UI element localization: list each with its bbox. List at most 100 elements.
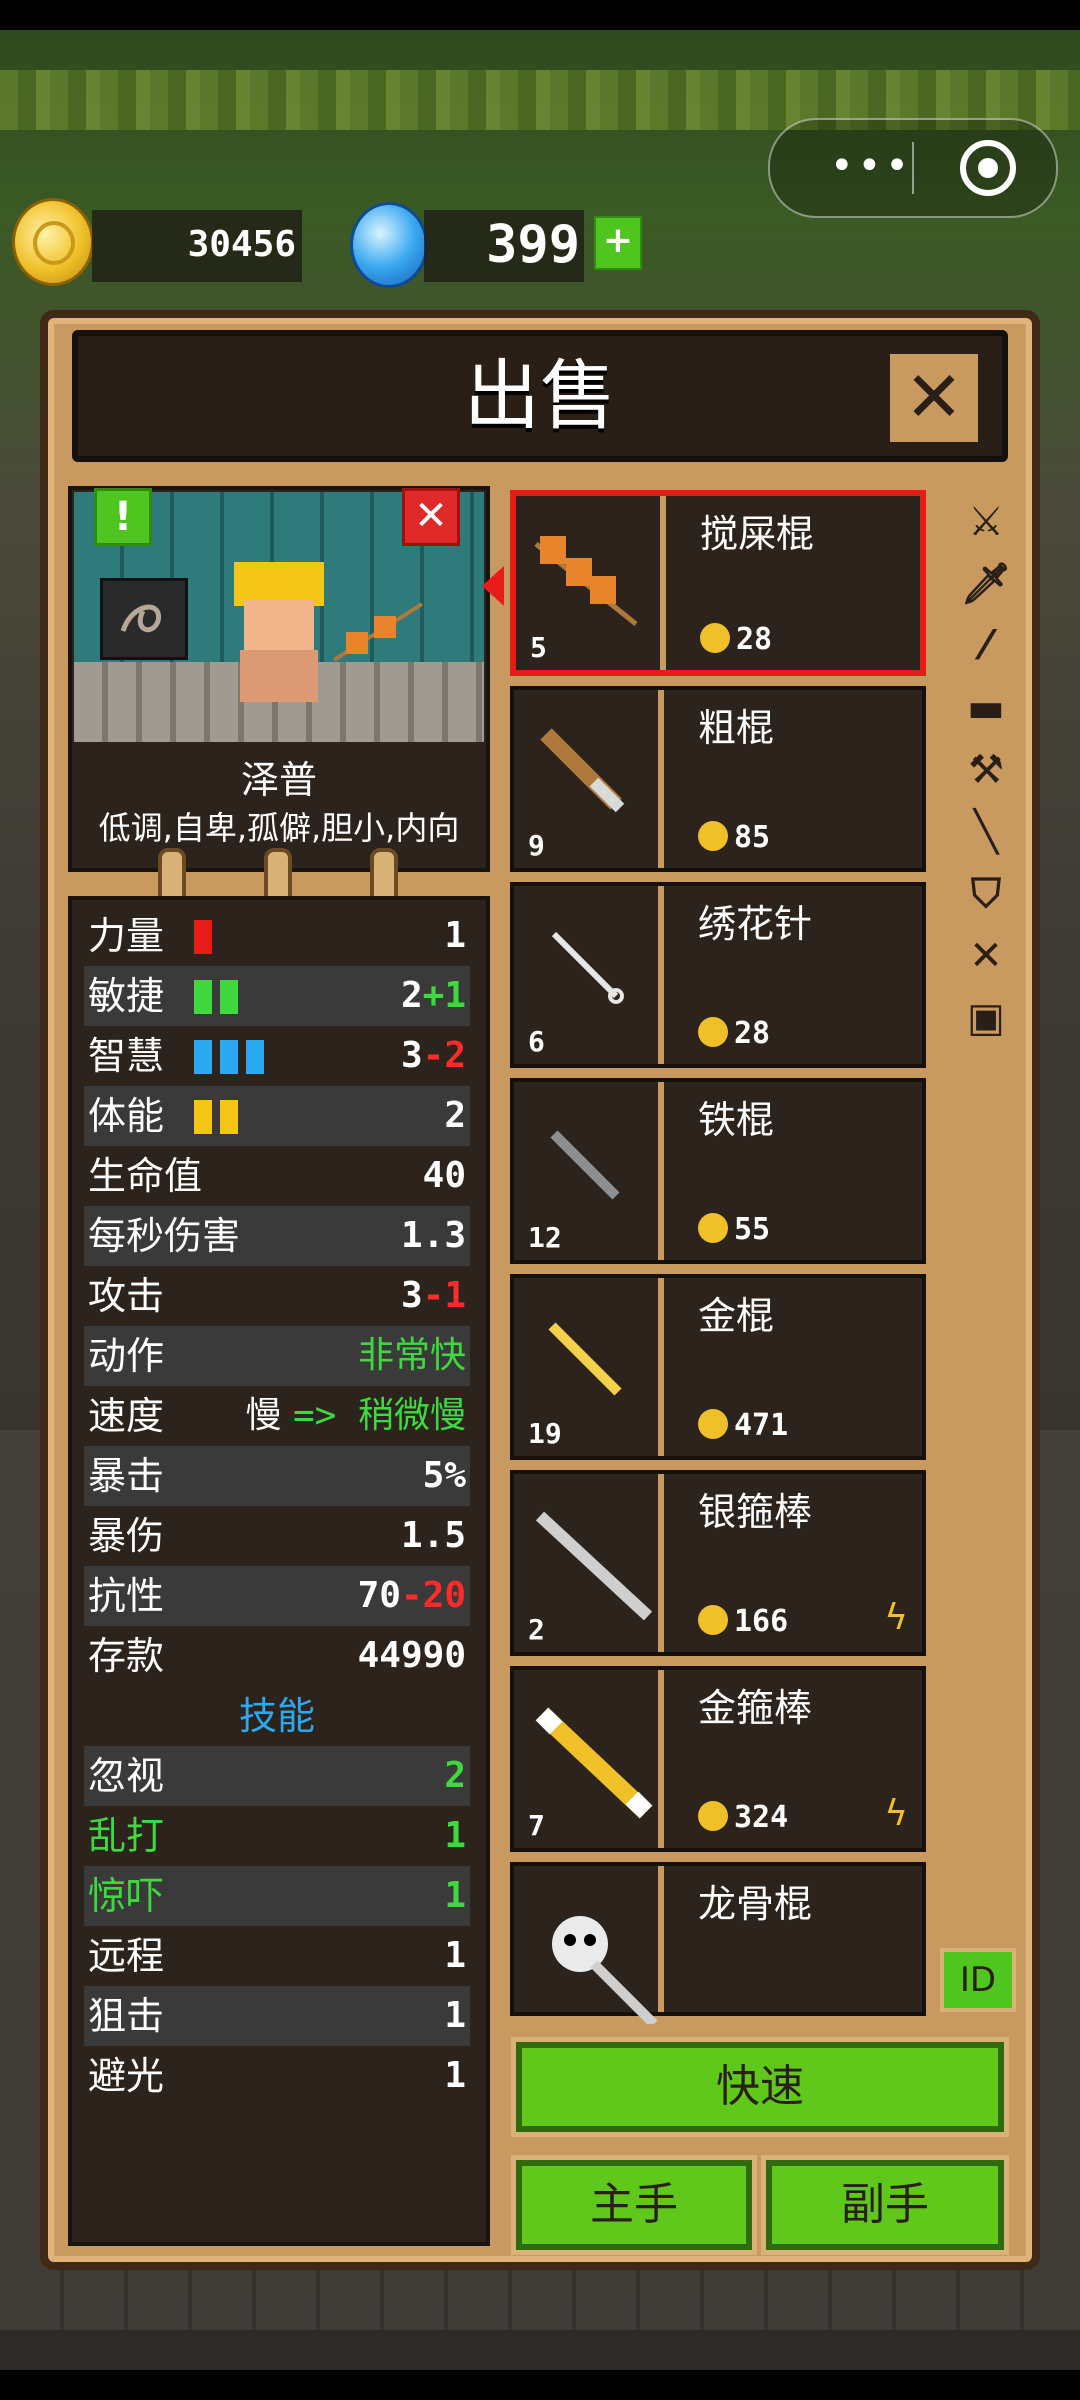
stat-bars bbox=[194, 1100, 246, 1134]
close-miniprogram-icon[interactable] bbox=[960, 140, 1016, 196]
stat-row: 力量 1 bbox=[84, 906, 470, 966]
stat-value: 1.3 bbox=[400, 1215, 466, 1256]
skill-label: 惊吓 bbox=[88, 1874, 165, 1918]
stat-row: 动作 非常快 bbox=[84, 1326, 470, 1386]
stat-label: 抗性 bbox=[88, 1574, 165, 1618]
item-slot[interactable]: 9 粗棍 85 bbox=[510, 686, 926, 872]
item-name: 搅屎棍 bbox=[700, 512, 815, 556]
stat-value: 2+1 bbox=[400, 975, 466, 1016]
skill-row: 忽视 2 bbox=[84, 1746, 470, 1806]
close-icon: ✕ bbox=[904, 356, 964, 438]
gun-icon[interactable]: ▬ bbox=[956, 680, 1016, 736]
skill-label: 乱打 bbox=[88, 1814, 165, 1858]
bow-icon[interactable]: ✕ bbox=[956, 928, 1016, 984]
stat-label: 智慧 bbox=[88, 1034, 165, 1078]
selection-arrow bbox=[482, 566, 504, 606]
dismiss-hero-button[interactable]: ✕ bbox=[402, 488, 460, 546]
skill-row: 乱打 1 bbox=[84, 1806, 470, 1866]
item-name: 银箍棒 bbox=[698, 1490, 813, 1534]
skills-heading: 技能 bbox=[84, 1686, 470, 1746]
dialog-title: 出售 bbox=[464, 351, 616, 440]
crossed-swords-icon[interactable]: ⚔ bbox=[956, 494, 1016, 550]
stat-row: 生命值 40 bbox=[84, 1146, 470, 1206]
hero-sprite bbox=[224, 562, 334, 712]
stat-label: 存款 bbox=[88, 1634, 165, 1678]
needle-icon bbox=[524, 904, 644, 1028]
item-slot[interactable]: 2 银箍棒 166 ϟ bbox=[510, 1470, 926, 1656]
axe-icon[interactable]: ⚒ bbox=[956, 742, 1016, 798]
skill-value: 1 bbox=[444, 1875, 466, 1916]
item-slot[interactable]: 7 金箍棒 324 ϟ bbox=[510, 1666, 926, 1852]
gold-rod-icon bbox=[524, 1296, 644, 1420]
stat-row: 敏捷 2+1 bbox=[84, 966, 470, 1026]
skill-row: 远程 1 bbox=[84, 1926, 470, 1986]
more-icon[interactable]: ••• bbox=[830, 146, 913, 186]
iron-rod-icon bbox=[524, 1100, 644, 1224]
item-count: 9 bbox=[528, 829, 545, 862]
staff-icon[interactable]: ╲ bbox=[956, 804, 1016, 860]
stat-row: 智慧 3-2 bbox=[84, 1026, 470, 1086]
stat-value: 70-20 bbox=[357, 1575, 466, 1616]
gold-coin-icon bbox=[12, 198, 94, 286]
hero-traits: 低调,自卑,孤僻,胆小,内向 bbox=[98, 809, 460, 847]
item-name: 金箍棒 bbox=[698, 1686, 813, 1730]
off-hand-button[interactable]: 副手 bbox=[766, 2160, 1004, 2250]
skill-label: 避光 bbox=[88, 2054, 165, 2098]
item-name: 金棍 bbox=[698, 1294, 775, 1338]
item-icon-cell: 9 bbox=[514, 690, 664, 868]
stat-row: 速度 慢 => 稍微慢 bbox=[84, 1386, 470, 1446]
stat-row: 暴伤 1.5 bbox=[84, 1506, 470, 1566]
item-count: 7 bbox=[528, 1809, 545, 1842]
item-price: 85 bbox=[698, 818, 770, 858]
id-button[interactable]: ID bbox=[940, 1948, 1016, 2012]
mini-program-capsule: ••• bbox=[768, 118, 1058, 218]
close-button[interactable]: ✕ bbox=[884, 348, 984, 448]
item-icon-cell: 19 bbox=[514, 1278, 664, 1456]
armor-icon[interactable]: ▣ bbox=[956, 990, 1016, 1046]
add-gems-button[interactable]: + bbox=[594, 216, 642, 270]
stat-label: 力量 bbox=[88, 914, 165, 958]
item-price: 166 bbox=[698, 1602, 788, 1642]
skill-value: 1 bbox=[444, 1995, 466, 2036]
dragon-bone-icon bbox=[524, 1884, 664, 2028]
trait-icon[interactable] bbox=[100, 578, 188, 660]
stat-value: 非常快 bbox=[357, 1335, 466, 1376]
shield-icon[interactable]: ⛉ bbox=[956, 866, 1016, 922]
item-slot[interactable]: 6 绣花针 28 bbox=[510, 882, 926, 1068]
item-icon-cell: 6 bbox=[514, 886, 664, 1064]
item-count: 5 bbox=[530, 631, 547, 664]
item-slot[interactable]: 5 搅屎棍 28 bbox=[510, 490, 926, 676]
stat-row: 攻击 3-1 bbox=[84, 1266, 470, 1326]
bonus-icon: ϟ bbox=[884, 1597, 908, 1638]
item-slot[interactable]: 12 铁棍 55 bbox=[510, 1078, 926, 1264]
item-slot[interactable]: 19 金棍 471 bbox=[510, 1274, 926, 1460]
main-hand-button[interactable]: 主手 bbox=[516, 2160, 752, 2250]
item-slot[interactable]: 龙骨棍 bbox=[510, 1862, 926, 2028]
club-icon bbox=[524, 708, 644, 832]
item-price: 28 bbox=[698, 1014, 770, 1054]
stat-row: 暴击 5% bbox=[84, 1446, 470, 1506]
stat-label: 暴击 bbox=[88, 1454, 165, 1498]
item-name: 龙骨棍 bbox=[698, 1882, 813, 1926]
sword-icon[interactable]: ⁄ bbox=[956, 618, 1016, 674]
gem-icon bbox=[350, 202, 428, 288]
stat-value: 3-1 bbox=[400, 1275, 466, 1316]
skill-label: 狙击 bbox=[88, 1994, 165, 2038]
alert-badge[interactable]: ! bbox=[94, 488, 152, 546]
stat-row: 抗性 70-20 bbox=[84, 1566, 470, 1626]
item-price: 324 bbox=[698, 1798, 788, 1838]
stat-value: 3-2 bbox=[400, 1035, 466, 1076]
item-icon-cell: 7 bbox=[514, 1670, 664, 1848]
coin-count: 30456 bbox=[187, 224, 296, 265]
quick-sell-button[interactable]: 快速 bbox=[516, 2042, 1004, 2132]
stat-label: 敏捷 bbox=[88, 974, 165, 1018]
item-count: 12 bbox=[528, 1221, 562, 1254]
knife-icon[interactable]: 🗡 bbox=[956, 556, 1016, 612]
stat-bars bbox=[194, 920, 220, 954]
item-price: 471 bbox=[698, 1406, 788, 1446]
stat-label: 速度 bbox=[88, 1394, 165, 1438]
stat-value: 5% bbox=[422, 1455, 466, 1496]
golden-staff-icon bbox=[524, 1688, 664, 1832]
stat-label: 攻击 bbox=[88, 1274, 165, 1318]
item-icon-cell: 12 bbox=[514, 1082, 664, 1260]
